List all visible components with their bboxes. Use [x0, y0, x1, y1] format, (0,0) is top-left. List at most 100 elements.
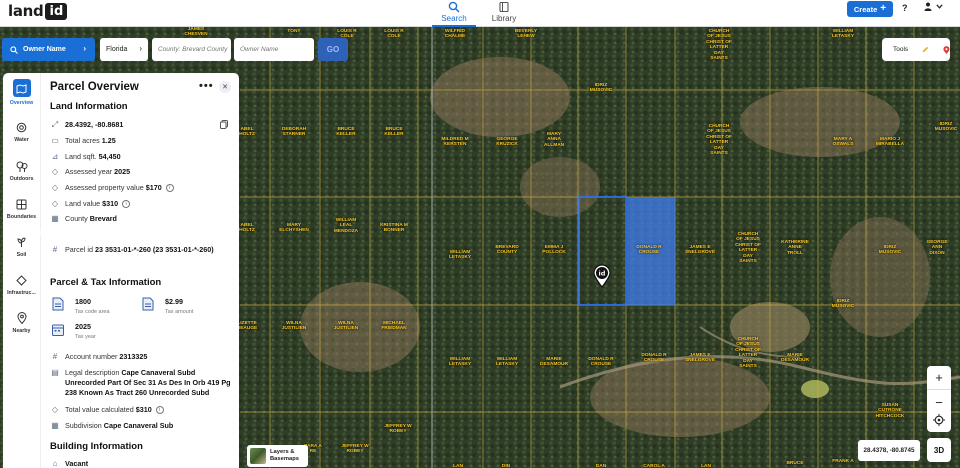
plus-icon: +	[880, 3, 887, 14]
owner-label[interactable]: JAMES E SNELGROVE	[685, 245, 715, 256]
layers-button[interactable]: Layers & Basemaps	[247, 445, 308, 467]
owner-label[interactable]: LAN	[701, 464, 711, 468]
info-icon[interactable]: i	[122, 200, 131, 209]
coordinates-value: 28.4392, -80.8681	[65, 120, 124, 129]
owner-label[interactable]: CHURCH OF JESUS CHRIST OF LATTER DAY SAI…	[706, 124, 732, 156]
owner-label[interactable]: JAMES CHESVEN	[184, 27, 207, 38]
state-select[interactable]: Florida ›	[100, 38, 148, 61]
owner-label[interactable]: ABEL HOLTZ	[239, 223, 255, 234]
tab-library[interactable]: Library	[482, 0, 526, 27]
3d-toggle-button[interactable]: 3D	[927, 438, 951, 462]
owner-label[interactable]: LIZETTE BEAUGE	[237, 321, 258, 332]
owner-label[interactable]: DONALD R CROUSE	[636, 245, 661, 256]
county-label: County	[65, 214, 88, 223]
map-icon: ▦	[51, 421, 59, 430]
owner-label[interactable]: WILLIAM LEAL MENDOZA	[334, 218, 358, 234]
tools-label[interactable]: Tools	[893, 46, 908, 53]
owner-label[interactable]: DAN	[596, 464, 606, 468]
tab-search[interactable]: Search	[432, 0, 476, 27]
owner-label[interactable]: MARY A OSWALS	[833, 137, 854, 148]
close-icon[interactable]: ✕	[219, 81, 231, 93]
owner-label[interactable]: WILLIAM LETASKY	[449, 357, 471, 368]
owner-label[interactable]: EMMA J POLLOCK	[542, 245, 565, 256]
user-icon	[924, 2, 932, 11]
owner-label[interactable]: TONY	[287, 29, 300, 34]
owner-label[interactable]: IDRIZ MUSOVIC	[832, 299, 854, 310]
owner-label[interactable]: BREVARD COUNTY	[495, 245, 518, 256]
locate-button[interactable]	[927, 408, 951, 432]
go-button[interactable]: GO	[318, 38, 348, 61]
help-button[interactable]: ?	[902, 3, 908, 13]
owner-label[interactable]: JEFFREY W ROBEY	[384, 424, 411, 435]
crosshair-icon	[933, 414, 945, 426]
search-mode-button[interactable]: Owner Name ›	[2, 38, 95, 61]
total-acres-value: 1.25	[101, 136, 116, 145]
owner-label[interactable]: WILLIAM LETASKY	[449, 250, 471, 261]
owner-label[interactable]: MARIE DESAMOUR	[540, 357, 568, 368]
owner-label[interactable]: GEORGE ANN DIXON	[926, 240, 947, 256]
user-menu[interactable]	[924, 2, 943, 11]
owner-label[interactable]: WILLIAM LETASKY	[496, 357, 518, 368]
owner-label[interactable]: DONALD R CROUSE	[588, 357, 613, 368]
map-pin-icon[interactable]	[943, 45, 950, 55]
sidenav-boundaries[interactable]: Boundaries	[3, 197, 40, 220]
owner-label[interactable]: WILNA JUSTILIEN	[282, 321, 307, 332]
pencil-icon[interactable]	[922, 45, 929, 54]
info-icon[interactable]: i	[155, 406, 164, 415]
owner-label[interactable]: BRUCE KELLER	[336, 127, 355, 138]
owner-label[interactable]: KRISTINA M BONNER	[380, 223, 408, 234]
parcel-pin-icon[interactable]: id	[593, 264, 611, 293]
create-button[interactable]: Create +	[847, 1, 893, 17]
owner-label[interactable]: CHURCH OF JESUS CHRIST OF LATTER DAY SAI…	[735, 337, 761, 369]
owner-label[interactable]: LOUIS R COLE	[384, 29, 403, 40]
owner-label[interactable]: IDRIZ MUSOVIC	[879, 245, 901, 256]
water-icon	[16, 122, 27, 132]
owner-label[interactable]: KATHERINE ANNE TROLL	[781, 240, 809, 256]
sidenav-outdoors[interactable]: Outdoors	[3, 159, 40, 182]
owner-label[interactable]: DONALD R CROUSE	[641, 353, 666, 364]
tools-bar: Tools	[882, 38, 950, 61]
chevron-right-icon: ›	[83, 44, 86, 53]
zoom-in-button[interactable]: +	[927, 366, 951, 390]
more-options-icon[interactable]: •••	[199, 80, 214, 92]
owner-label[interactable]: BRUCE KELLER	[384, 127, 403, 138]
owner-label[interactable]: BRUCE	[786, 461, 803, 466]
owner-label[interactable]: SUSAN CUTRONE HITCHCOCK	[876, 403, 905, 419]
owner-label[interactable]: IDRIZ MUSOVIC	[590, 83, 612, 94]
owner-name-input[interactable]	[234, 38, 314, 61]
owner-label[interactable]: MARY ELCHYSHEN	[279, 223, 309, 234]
owner-label[interactable]: FRANK A	[832, 459, 853, 464]
owner-label[interactable]: CHURCH OF JESUS CHRIST OF LATTER DAY SAI…	[735, 232, 761, 264]
owner-label[interactable]: GEORGE KRUZICK	[496, 137, 518, 148]
owner-label[interactable]: MICHAEL FRIEDMAN	[381, 321, 406, 332]
subdivision-row: ▦ Subdivision Cape Canaveral Sub	[50, 421, 232, 431]
owner-label[interactable]: MILDRED M KERSTEN	[441, 137, 468, 148]
owner-label[interactable]: CAROL A	[643, 464, 665, 468]
owner-label[interactable]: DIN	[502, 464, 510, 468]
owner-label[interactable]: DEBORAH STARNER	[282, 127, 306, 138]
sidenav-water[interactable]: Water	[3, 120, 40, 143]
owner-label[interactable]: CHURCH OF JESUS CHRIST OF LATTER DAY SAI…	[706, 29, 732, 61]
owner-label[interactable]: JEFFREY W ROBEY	[341, 444, 368, 455]
owner-label[interactable]: JAMES E SNELGROVE	[685, 353, 715, 364]
info-icon[interactable]: i	[165, 184, 174, 193]
owner-label[interactable]: BEVERLY LEHEW	[515, 29, 537, 40]
copy-icon[interactable]	[220, 120, 228, 129]
owner-label[interactable]: MARIO J MIRABELLA	[876, 137, 904, 148]
hash-icon: #	[52, 245, 58, 254]
owner-label[interactable]: WILFRID CHALME	[445, 29, 466, 40]
sidenav-infrastructure[interactable]: Infrastruc...	[3, 273, 40, 296]
owner-label[interactable]: WILNA JUSTILIEN	[334, 321, 359, 332]
owner-label[interactable]: MARY ANNA ALLMAN	[544, 132, 564, 148]
owner-label[interactable]: MARIE DESAMOUR	[781, 353, 809, 364]
sidenav-nearby[interactable]: Nearby	[3, 311, 40, 334]
owner-label[interactable]: IDRIZ MUSOVIC	[935, 122, 957, 133]
chevron-down-icon	[936, 4, 943, 9]
owner-label[interactable]: LAN	[453, 464, 463, 468]
sidenav-overview[interactable]: Overview	[3, 79, 40, 106]
logo[interactable]: land id	[8, 2, 68, 20]
panel-title: Parcel Overview	[50, 81, 139, 93]
county-input[interactable]	[152, 38, 231, 61]
owner-label[interactable]: ABEL HOLTZ	[239, 127, 255, 138]
owner-label[interactable]: WILLIAM LETASKY	[832, 29, 854, 40]
